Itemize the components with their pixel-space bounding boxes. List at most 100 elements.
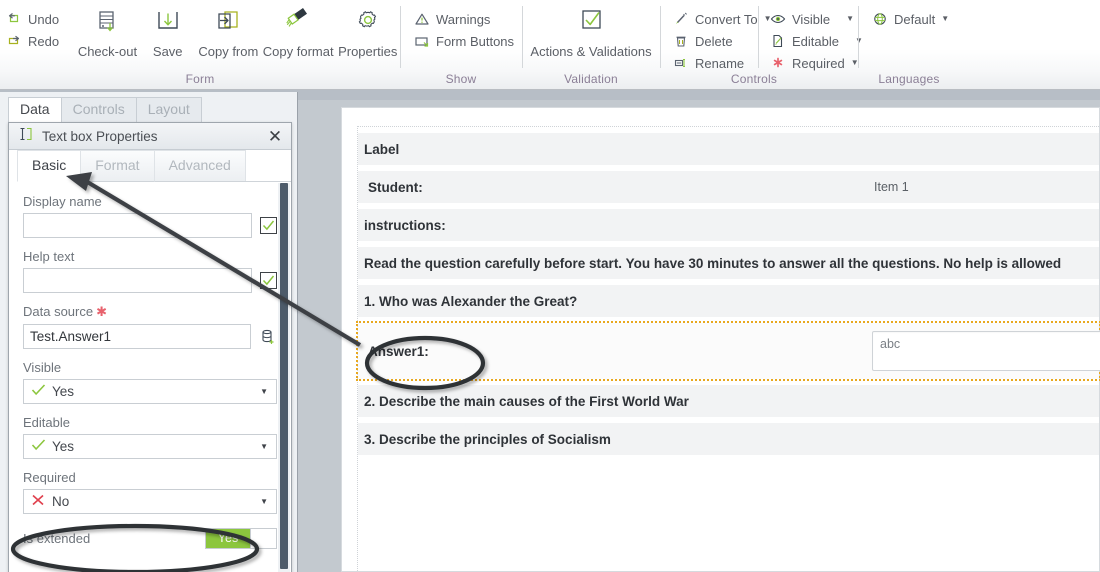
toggle-knob[interactable] <box>250 528 276 548</box>
help-text-label: Help text <box>23 249 75 264</box>
save-button[interactable]: Save <box>140 4 196 59</box>
form-row-text: instructions: <box>364 217 446 233</box>
copy-from-label: Copy from <box>198 44 259 59</box>
rename-label: Rename <box>695 55 745 71</box>
undo-label: Undo <box>28 11 60 27</box>
form-row-text: 3. Describe the principles of Socialism <box>364 431 611 447</box>
editable-label: Editable <box>792 33 839 49</box>
convert-to-icon <box>673 11 689 27</box>
tab-controls[interactable]: Controls <box>60 97 137 123</box>
help-text-checkbox[interactable] <box>260 272 277 289</box>
required-asterisk-icon <box>770 55 786 71</box>
ribbon-group-validation: Actions & Validations Validation <box>522 0 660 90</box>
properties-subtabs: Basic Format Advanced <box>9 150 291 182</box>
undo-icon <box>6 11 22 27</box>
visible-label: Visible <box>792 11 831 27</box>
display-name-input[interactable] <box>23 213 252 238</box>
editable-dropdown[interactable]: Yes ▼ <box>23 434 277 459</box>
properties-window-title: Text box Properties <box>42 128 158 144</box>
help-text-input[interactable] <box>23 268 252 293</box>
check-out-button[interactable]: Check-out <box>75 4 140 59</box>
required-dropdown[interactable]: No ▼ <box>23 489 277 514</box>
chevron-down-icon[interactable]: ▼ <box>260 497 272 506</box>
warning-triangle-icon <box>414 11 430 27</box>
data-source-label-text: Data source <box>23 304 94 319</box>
default-language-button[interactable]: Default ▼ <box>866 8 955 30</box>
redo-button[interactable]: Redo <box>0 30 75 52</box>
close-icon[interactable]: ✕ <box>265 126 285 146</box>
answer1-textbox[interactable]: abc <box>872 331 1100 371</box>
form-row-text: 1. Who was Alexander the Great? <box>364 293 578 309</box>
required-asterisk-icon: ✱ <box>96 304 107 319</box>
form-buttons-button[interactable]: Form Buttons <box>408 30 520 52</box>
form-row-text: Answer1: <box>368 343 429 359</box>
save-icon <box>152 6 184 40</box>
warnings-button[interactable]: Warnings <box>408 8 520 30</box>
properties-window-titlebar: Text box Properties ✕ <box>9 123 291 150</box>
form-row-question-3[interactable]: 3. Describe the principles of Socialism <box>358 423 1099 455</box>
copy-from-button[interactable]: Copy from <box>196 4 261 59</box>
display-name-checkbox[interactable] <box>260 217 277 234</box>
form-row-answer-1[interactable]: Answer1: abc <box>356 321 1100 381</box>
is-extended-toggle[interactable]: Yes <box>205 527 277 549</box>
form-row-question-1[interactable]: 1. Who was Alexander the Great? <box>358 285 1099 317</box>
tab-layout[interactable]: Layout <box>135 97 202 123</box>
check-green-icon <box>31 384 46 399</box>
data-source-input[interactable]: Test.Answer1 <box>23 324 251 349</box>
copy-format-button[interactable]: Copy format <box>261 4 335 59</box>
undo-button[interactable]: Undo <box>0 8 75 30</box>
ribbon-groups: Undo Redo Check-out Save Copy from Copy … <box>0 0 1100 90</box>
form-row-label[interactable]: Label <box>358 133 1099 165</box>
visible-dropdown[interactable]: Yes ▼ <box>23 379 277 404</box>
properties-basic-pane: Display name Help text Data source ✱ Tes… <box>9 182 291 551</box>
ribbon-group-form: Undo Redo Check-out Save Copy from Copy … <box>0 0 400 90</box>
visible-value: Yes <box>52 384 75 399</box>
default-language-label: Default <box>894 11 936 27</box>
delete-label: Delete <box>695 33 733 49</box>
eye-icon <box>770 11 786 27</box>
properties-scrollbar[interactable] <box>278 183 290 572</box>
form-row-question-2[interactable]: 2. Describe the main causes of the First… <box>358 385 1099 417</box>
ribbon-group-label-validation: Validation <box>564 72 618 86</box>
actions-validations-button[interactable]: Actions & Validations <box>523 4 658 59</box>
required-button[interactable]: Required ▼ <box>764 52 869 74</box>
editable-button[interactable]: Editable ▼ <box>764 30 869 52</box>
text-box-icon <box>18 127 34 146</box>
properties-button[interactable]: Properties <box>335 4 400 59</box>
help-text-row <box>23 268 277 293</box>
chevron-down-icon[interactable]: ▼ <box>941 15 949 23</box>
editable-field-label: Editable <box>23 415 70 430</box>
globe-icon <box>872 11 888 27</box>
form-row-text: 2. Describe the main causes of the First… <box>364 393 689 409</box>
form-row-student[interactable]: Student: Item 1 <box>358 171 1099 203</box>
is-extended-label: Is extended <box>23 530 91 546</box>
chevron-down-icon[interactable]: ▼ <box>260 387 272 396</box>
tab-data[interactable]: Data <box>8 97 62 123</box>
redo-label: Redo <box>28 33 60 49</box>
scrollbar-thumb[interactable] <box>280 183 288 569</box>
is-extended-value: Yes <box>206 528 250 548</box>
chevron-down-icon[interactable]: ▼ <box>260 442 272 451</box>
ribbon-group-label-form: Form <box>185 72 215 86</box>
subtab-basic[interactable]: Basic <box>17 150 82 182</box>
properties-label: Properties <box>338 44 398 59</box>
data-source-label: Data source ✱ <box>23 304 277 320</box>
database-add-icon[interactable] <box>259 328 277 346</box>
ribbon-group-label-show: Show <box>445 72 477 86</box>
subtab-format[interactable]: Format <box>80 150 155 182</box>
copy-from-icon <box>211 6 245 40</box>
visible-button[interactable]: Visible ▼ <box>764 8 869 30</box>
chevron-down-icon[interactable]: ▼ <box>846 15 854 23</box>
check-green-icon <box>31 439 46 454</box>
form-row-instructions[interactable]: instructions: <box>358 209 1099 241</box>
form-row-instructions-text[interactable]: Read the question carefully before start… <box>358 247 1099 279</box>
data-source-row: Test.Answer1 <box>23 324 277 349</box>
copy-format-icon <box>281 6 315 40</box>
display-name-label: Display name <box>23 194 102 209</box>
required-value: No <box>52 494 70 509</box>
redo-icon <box>6 33 22 49</box>
checkmark-box-icon <box>575 6 607 40</box>
form-preview-canvas: Label Student: Item 1 instructions: Read… <box>341 107 1100 572</box>
panel-tabstrip: Data Controls Layout <box>8 97 202 123</box>
subtab-advanced[interactable]: Advanced <box>153 150 246 182</box>
